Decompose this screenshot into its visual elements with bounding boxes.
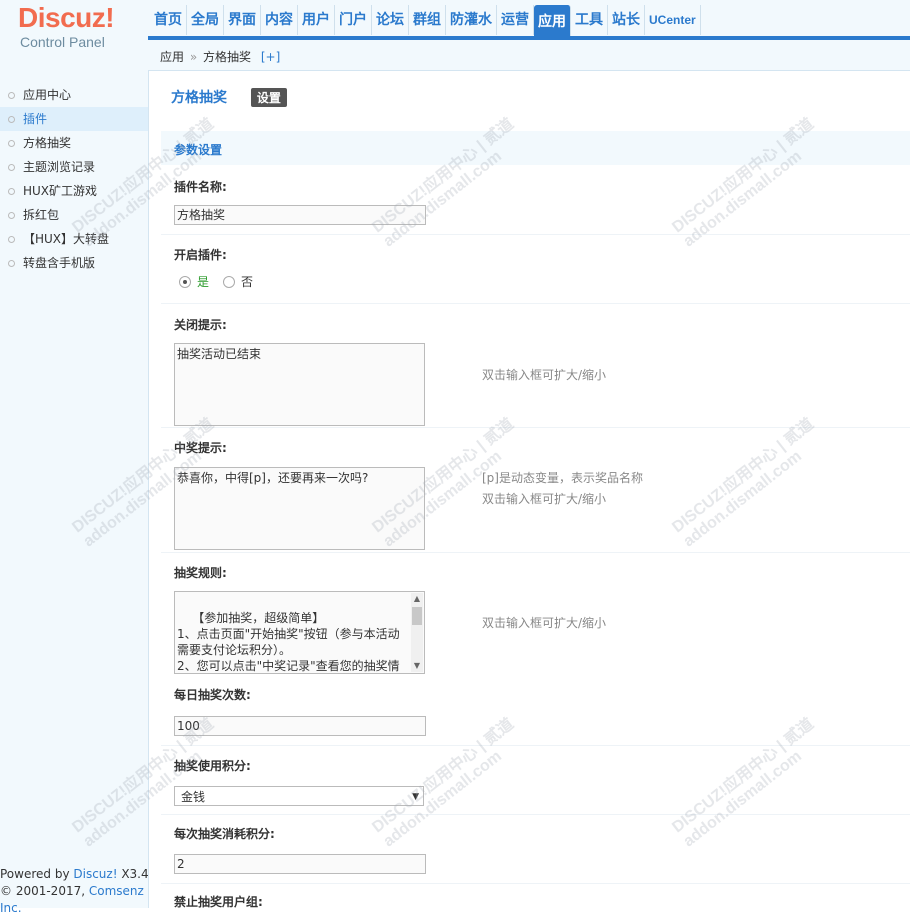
bullet-icon	[8, 188, 15, 195]
breadcrumb-bar: 应用 » 方格抽奖 [+]	[148, 40, 910, 71]
nav-founder[interactable]: 站长	[608, 5, 645, 35]
bullet-icon	[8, 116, 15, 123]
sidebar-item-big-wheel[interactable]: 【HUX】大转盘	[0, 227, 148, 251]
close-tip-hint: 双击输入框可扩大/缩小	[482, 368, 607, 382]
breadcrumb-separator: »	[189, 50, 198, 64]
sidebar-item-grid-lottery[interactable]: 方格抽奖	[0, 131, 148, 155]
plugin-name-label: 插件名称:	[174, 180, 227, 194]
bullet-icon	[8, 260, 15, 267]
nav-operation[interactable]: 运营	[497, 5, 534, 35]
footer: Powered by Discuz! X3.4 © 2001-2017, Com…	[0, 866, 150, 917]
cost-per-draw-label: 每次抽奖消耗积分:	[174, 827, 275, 841]
add-shortcut-link[interactable]: [+]	[261, 50, 280, 64]
nav-ucenter[interactable]: UCenter	[645, 5, 701, 35]
banned-groups-label: 禁止抽奖用户组:	[174, 895, 263, 908]
section-header: 参数设置	[161, 131, 910, 165]
win-tip-label: 中奖提示:	[174, 441, 227, 455]
row-divider	[161, 745, 910, 746]
sidebar-item-wheel-mobile[interactable]: 转盘含手机版	[0, 251, 148, 275]
top-nav: 首页 全局 界面 内容 用户 门户 论坛 群组 防灌水 运营 应用 工具 站长 …	[150, 4, 701, 39]
credit-type-select[interactable]: 金钱 ▼	[174, 786, 424, 806]
sidebar-item-miner-game[interactable]: HUX矿工游戏	[0, 179, 148, 203]
footer-copyright-text: © 2001-2017,	[0, 884, 89, 898]
nav-tools[interactable]: 工具	[571, 5, 608, 35]
enable-plugin-label: 开启插件:	[174, 248, 227, 262]
credit-type-value: 金钱	[181, 790, 206, 804]
discuz-link[interactable]: Discuz!	[73, 867, 117, 881]
row-divider	[161, 883, 910, 884]
close-tip-label: 关闭提示:	[174, 318, 227, 332]
sidebar-item-label: 拆红包	[23, 208, 60, 222]
nav-user[interactable]: 用户	[298, 5, 335, 35]
page-header: 方格抽奖 设置	[171, 87, 287, 107]
sidebar-item-label: 应用中心	[23, 88, 72, 102]
daily-times-label: 每日抽奖次数:	[174, 688, 251, 702]
sidebar-item-label: 主题浏览记录	[23, 160, 96, 174]
close-tip-textarea[interactable]: 抽奖活动已结束	[174, 343, 425, 426]
logo[interactable]: Discuz! Control Panel	[0, 0, 148, 70]
nav-forum[interactable]: 论坛	[372, 5, 409, 35]
rules-textarea[interactable]: 【参加抽奖，超级简单】 1、点击页面"开始抽奖"按钮（参与本活动需要支付论坛积分…	[174, 591, 425, 674]
nav-antispam[interactable]: 防灌水	[446, 5, 497, 35]
enable-yes-radio[interactable]	[179, 275, 191, 288]
nav-global[interactable]: 全局	[187, 5, 224, 35]
bullet-icon	[8, 212, 15, 219]
rules-text: 【参加抽奖，超级简单】 1、点击页面"开始抽奖"按钮（参与本活动需要支付论坛积分…	[177, 611, 400, 673]
enable-no-radio[interactable]	[223, 275, 236, 288]
enable-plugin-radios: 是 否	[179, 273, 267, 290]
main-content: 方格抽奖 设置 参数设置 插件名称: 方格抽奖 开启插件: 是 否 关闭提示: …	[149, 71, 910, 908]
breadcrumb: 应用 » 方格抽奖 [+]	[160, 48, 280, 65]
row-divider	[161, 814, 910, 815]
nav-home[interactable]: 首页	[150, 5, 187, 35]
row-divider	[161, 234, 910, 235]
enable-yes-label[interactable]: 是	[197, 273, 209, 290]
row-divider	[161, 427, 910, 428]
cost-per-draw-input[interactable]: 2	[174, 854, 426, 874]
scroll-thumb[interactable]	[412, 607, 422, 625]
logo-subtitle: Control Panel	[20, 34, 105, 50]
dropdown-arrow-icon: ▼	[412, 792, 419, 802]
sidebar-item-red-packet[interactable]: 拆红包	[0, 203, 148, 227]
sidebar: 应用中心 插件 方格抽奖 主题浏览记录 HUX矿工游戏 拆红包 【HUX】大转盘…	[0, 70, 149, 908]
win-tip-hint-resize: 双击输入框可扩大/缩小	[482, 492, 607, 506]
footer-powered-text: Powered by	[0, 867, 74, 881]
nav-group[interactable]: 群组	[409, 5, 446, 35]
sidebar-item-label: 【HUX】大转盘	[23, 232, 110, 246]
sidebar-item-plugins[interactable]: 插件	[0, 107, 148, 131]
sidebar-item-label: 插件	[23, 112, 48, 126]
sidebar-item-label: 转盘含手机版	[23, 256, 96, 270]
plugin-name-input[interactable]: 方格抽奖	[174, 205, 426, 225]
rules-scrollbar[interactable]: ▲ ▼	[411, 593, 423, 672]
nav-style[interactable]: 界面	[224, 5, 261, 35]
bullet-icon	[8, 140, 15, 147]
breadcrumb-current: 方格抽奖	[203, 50, 252, 64]
bullet-icon	[8, 236, 15, 243]
nav-content[interactable]: 内容	[261, 5, 298, 35]
enable-no-label[interactable]: 否	[241, 273, 253, 290]
section-title: 参数设置	[174, 143, 223, 157]
sidebar-item-label: HUX矿工游戏	[23, 184, 98, 198]
nav-apps[interactable]: 应用	[534, 5, 571, 39]
logo-title: Discuz!	[18, 2, 115, 33]
nav-portal[interactable]: 门户	[335, 5, 372, 35]
row-divider	[161, 552, 910, 553]
bullet-icon	[8, 164, 15, 171]
scroll-up-icon[interactable]: ▲	[411, 593, 423, 605]
sidebar-item-app-center[interactable]: 应用中心	[0, 83, 148, 107]
scroll-down-icon[interactable]: ▼	[411, 660, 423, 672]
footer-version: X3.4	[117, 867, 149, 881]
rules-hint: 双击输入框可扩大/缩小	[482, 616, 607, 630]
row-divider	[161, 303, 910, 304]
daily-times-input[interactable]: 100	[174, 716, 426, 736]
win-tip-textarea[interactable]: 恭喜你，中得[p]，还要再来一次吗?	[174, 467, 425, 550]
settings-tab-button[interactable]: 设置	[250, 88, 287, 107]
credit-type-label: 抽奖使用积分:	[174, 759, 251, 773]
page-title: 方格抽奖	[171, 90, 227, 106]
rules-label: 抽奖规则:	[174, 566, 227, 580]
sidebar-item-thread-views[interactable]: 主题浏览记录	[0, 155, 148, 179]
bullet-icon	[8, 92, 15, 99]
breadcrumb-parent[interactable]: 应用	[160, 50, 184, 64]
win-tip-hint-variable: [p]是动态变量，表示奖品名称	[482, 471, 643, 485]
sidebar-item-label: 方格抽奖	[23, 136, 72, 150]
